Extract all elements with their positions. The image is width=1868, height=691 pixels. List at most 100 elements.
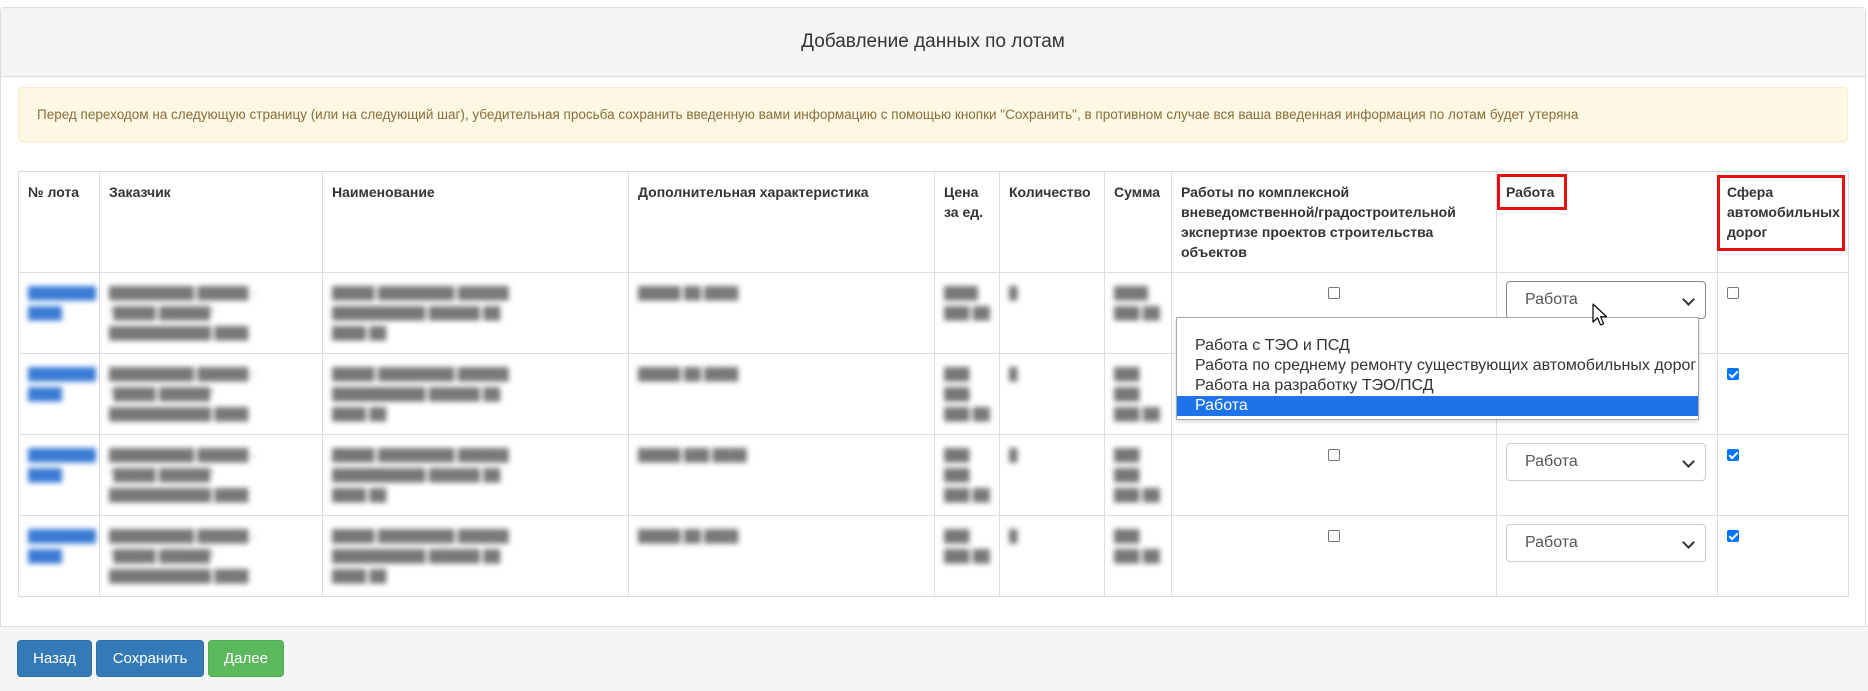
redacted-customer: ██████████ ██████ - "█████ ██████" ███████… [109,367,256,421]
header-unit-price: Цена за ед. [934,171,1000,273]
road-sphere-checkbox[interactable] [1727,368,1739,380]
work-select-cell: Работа [1496,434,1718,516]
header-work: Работа [1496,171,1718,273]
work-type-option-selected[interactable]: Работа [1177,396,1698,416]
price-cell: ████ ███ ██ [934,272,1000,354]
work-type-value: Работа [1525,291,1578,308]
redacted-quantity: █ [1009,529,1018,543]
header-customer: Заказчик [99,171,323,273]
redacted-characteristic: █████ ██ ████ [638,529,739,543]
header-quantity: Количество [999,171,1105,273]
table-header-row: № лота Заказчик Наименование Дополнитель… [18,171,1849,273]
redacted-quantity: █ [1009,448,1018,462]
redacted-price: ████ ███ ██ [944,286,990,320]
lot-number-cell: ████████ ████ [18,434,100,516]
header-expertise-works: Работы по комплексной вневедомственной/г… [1171,171,1497,273]
redacted-name: █████ █████████ ██████ ███████████ ██████… [332,367,509,421]
work-type-select[interactable]: Работа [1506,524,1706,562]
header-sum: Сумма [1104,171,1172,273]
table-row: ████████ ████ ██████████ ██████ - "█████ █… [18,434,1849,516]
redacted-characteristic: █████ ███ ████ [638,448,747,462]
lot-number-cell: ████████ ████ [18,515,100,597]
quantity-cell: █ [999,434,1105,516]
redacted-sum: ███ ███ ██ [1114,529,1160,563]
name-cell: █████ █████████ ██████ ███████████ ██████… [322,272,629,354]
alert-text: Перед переходом на следующую страницу (и… [37,107,1579,122]
road-checkbox-cell [1717,353,1849,435]
next-button[interactable]: Далее [208,640,284,677]
redacted-price: ███ ███ ███ ██ [944,448,990,502]
redacted-quantity: █ [1009,286,1018,300]
expertise-checkbox[interactable] [1328,287,1340,299]
chevron-down-icon [1682,293,1695,306]
name-cell: █████ █████████ ██████ ███████████ ██████… [322,434,629,516]
header-road-sphere: Сфера автомобильных дорог [1717,171,1849,273]
redacted-name: █████ █████████ ██████ ███████████ ██████… [332,286,509,340]
road-checkbox-cell [1717,515,1849,597]
chevron-down-icon [1682,455,1695,468]
work-type-option[interactable]: Работа на разработку ТЭО/ПСД [1177,376,1698,396]
redacted-price: ███ ███ ███ ██ [944,367,990,421]
sum-cell: ███ ███ ███ ██ [1104,353,1172,435]
sum-cell: ███ ███ ██ [1104,515,1172,597]
work-type-options-list[interactable]: Работа с ТЭО и ПСД Работа по среднему ре… [1176,317,1699,420]
redacted-customer: ██████████ ██████ - "█████ ██████" ███████… [109,448,256,502]
work-select-cell: Работа [1496,515,1718,597]
work-type-value: Работа [1525,453,1578,470]
work-type-value: Работа [1525,534,1578,551]
name-cell: █████ █████████ ██████ ███████████ ██████… [322,515,629,597]
redacted-lot-number: ████████ ████ [28,286,97,320]
redacted-sum: ███ ███ ███ ██ [1114,367,1160,421]
redacted-characteristic: █████ ██ ████ [638,286,739,300]
redacted-customer: ██████████ ██████ - "█████ ██████" ███████… [109,529,256,583]
customer-cell: ██████████ ██████ - "█████ ██████" ███████… [99,515,323,597]
mouse-cursor-icon [1592,303,1608,326]
lot-number-cell: ████████ ████ [18,272,100,354]
redacted-name: █████ █████████ ██████ ███████████ ██████… [332,448,509,502]
save-button[interactable]: Сохранить [96,640,204,677]
chevron-down-icon [1682,536,1695,549]
road-checkbox-cell [1717,272,1849,354]
work-type-select[interactable]: Работа [1506,443,1706,481]
quantity-cell: █ [999,272,1105,354]
road-sphere-checkbox[interactable] [1727,449,1739,461]
expertise-checkbox-cell [1171,515,1497,597]
sum-cell: ████ ███ ██ [1104,272,1172,354]
price-cell: ███ ███ ███ ██ [934,434,1000,516]
redacted-sum: ███ ███ ███ ██ [1114,448,1160,502]
quantity-cell: █ [999,515,1105,597]
lot-number-cell: ████████ ████ [18,353,100,435]
road-sphere-checkbox[interactable] [1727,287,1739,299]
customer-cell: ██████████ ██████ - "█████ ██████" ███████… [99,272,323,354]
quantity-cell: █ [999,353,1105,435]
characteristic-cell: █████ ███ ████ [628,434,935,516]
expertise-checkbox[interactable] [1328,449,1340,461]
characteristic-cell: █████ ██ ████ [628,353,935,435]
redacted-lot-number: ████████ ████ [28,367,97,401]
page-title: Добавление данных по лотам [801,31,1065,52]
table-row: ████████ ████ ██████████ ██████ - "█████ █… [18,515,1849,597]
customer-cell: ██████████ ██████ - "█████ ██████" ███████… [99,434,323,516]
work-type-option[interactable]: Работа с ТЭО и ПСД [1177,336,1698,356]
redacted-lot-number: ████████ ████ [28,448,97,482]
panel-heading: Добавление данных по лотам [1,8,1865,77]
redacted-quantity: █ [1009,367,1018,381]
redacted-characteristic: █████ ██ ████ [638,367,739,381]
redacted-sum: ████ ███ ██ [1114,286,1160,320]
header-name: Наименование [322,171,629,273]
characteristic-cell: █████ ██ ████ [628,272,935,354]
characteristic-cell: █████ ██ ████ [628,515,935,597]
price-cell: ███ ███ ██ [934,515,1000,597]
header-lot-number: № лота [18,171,100,273]
road-sphere-checkbox[interactable] [1727,530,1739,542]
header-additional-characteristic: Дополнительная характеристика [628,171,935,273]
customer-cell: ██████████ ██████ - "█████ ██████" ███████… [99,353,323,435]
redacted-name: █████ █████████ ██████ ███████████ ██████… [332,529,509,583]
work-type-option[interactable]: Работа по среднему ремонту существующих … [1177,356,1698,376]
expertise-checkbox[interactable] [1328,530,1340,542]
panel-footer: Назад Сохранить Далее [0,626,1868,691]
redacted-customer: ██████████ ██████ - "█████ ██████" ███████… [109,286,256,340]
road-checkbox-cell [1717,434,1849,516]
back-button[interactable]: Назад [17,640,92,677]
name-cell: █████ █████████ ██████ ███████████ ██████… [322,353,629,435]
